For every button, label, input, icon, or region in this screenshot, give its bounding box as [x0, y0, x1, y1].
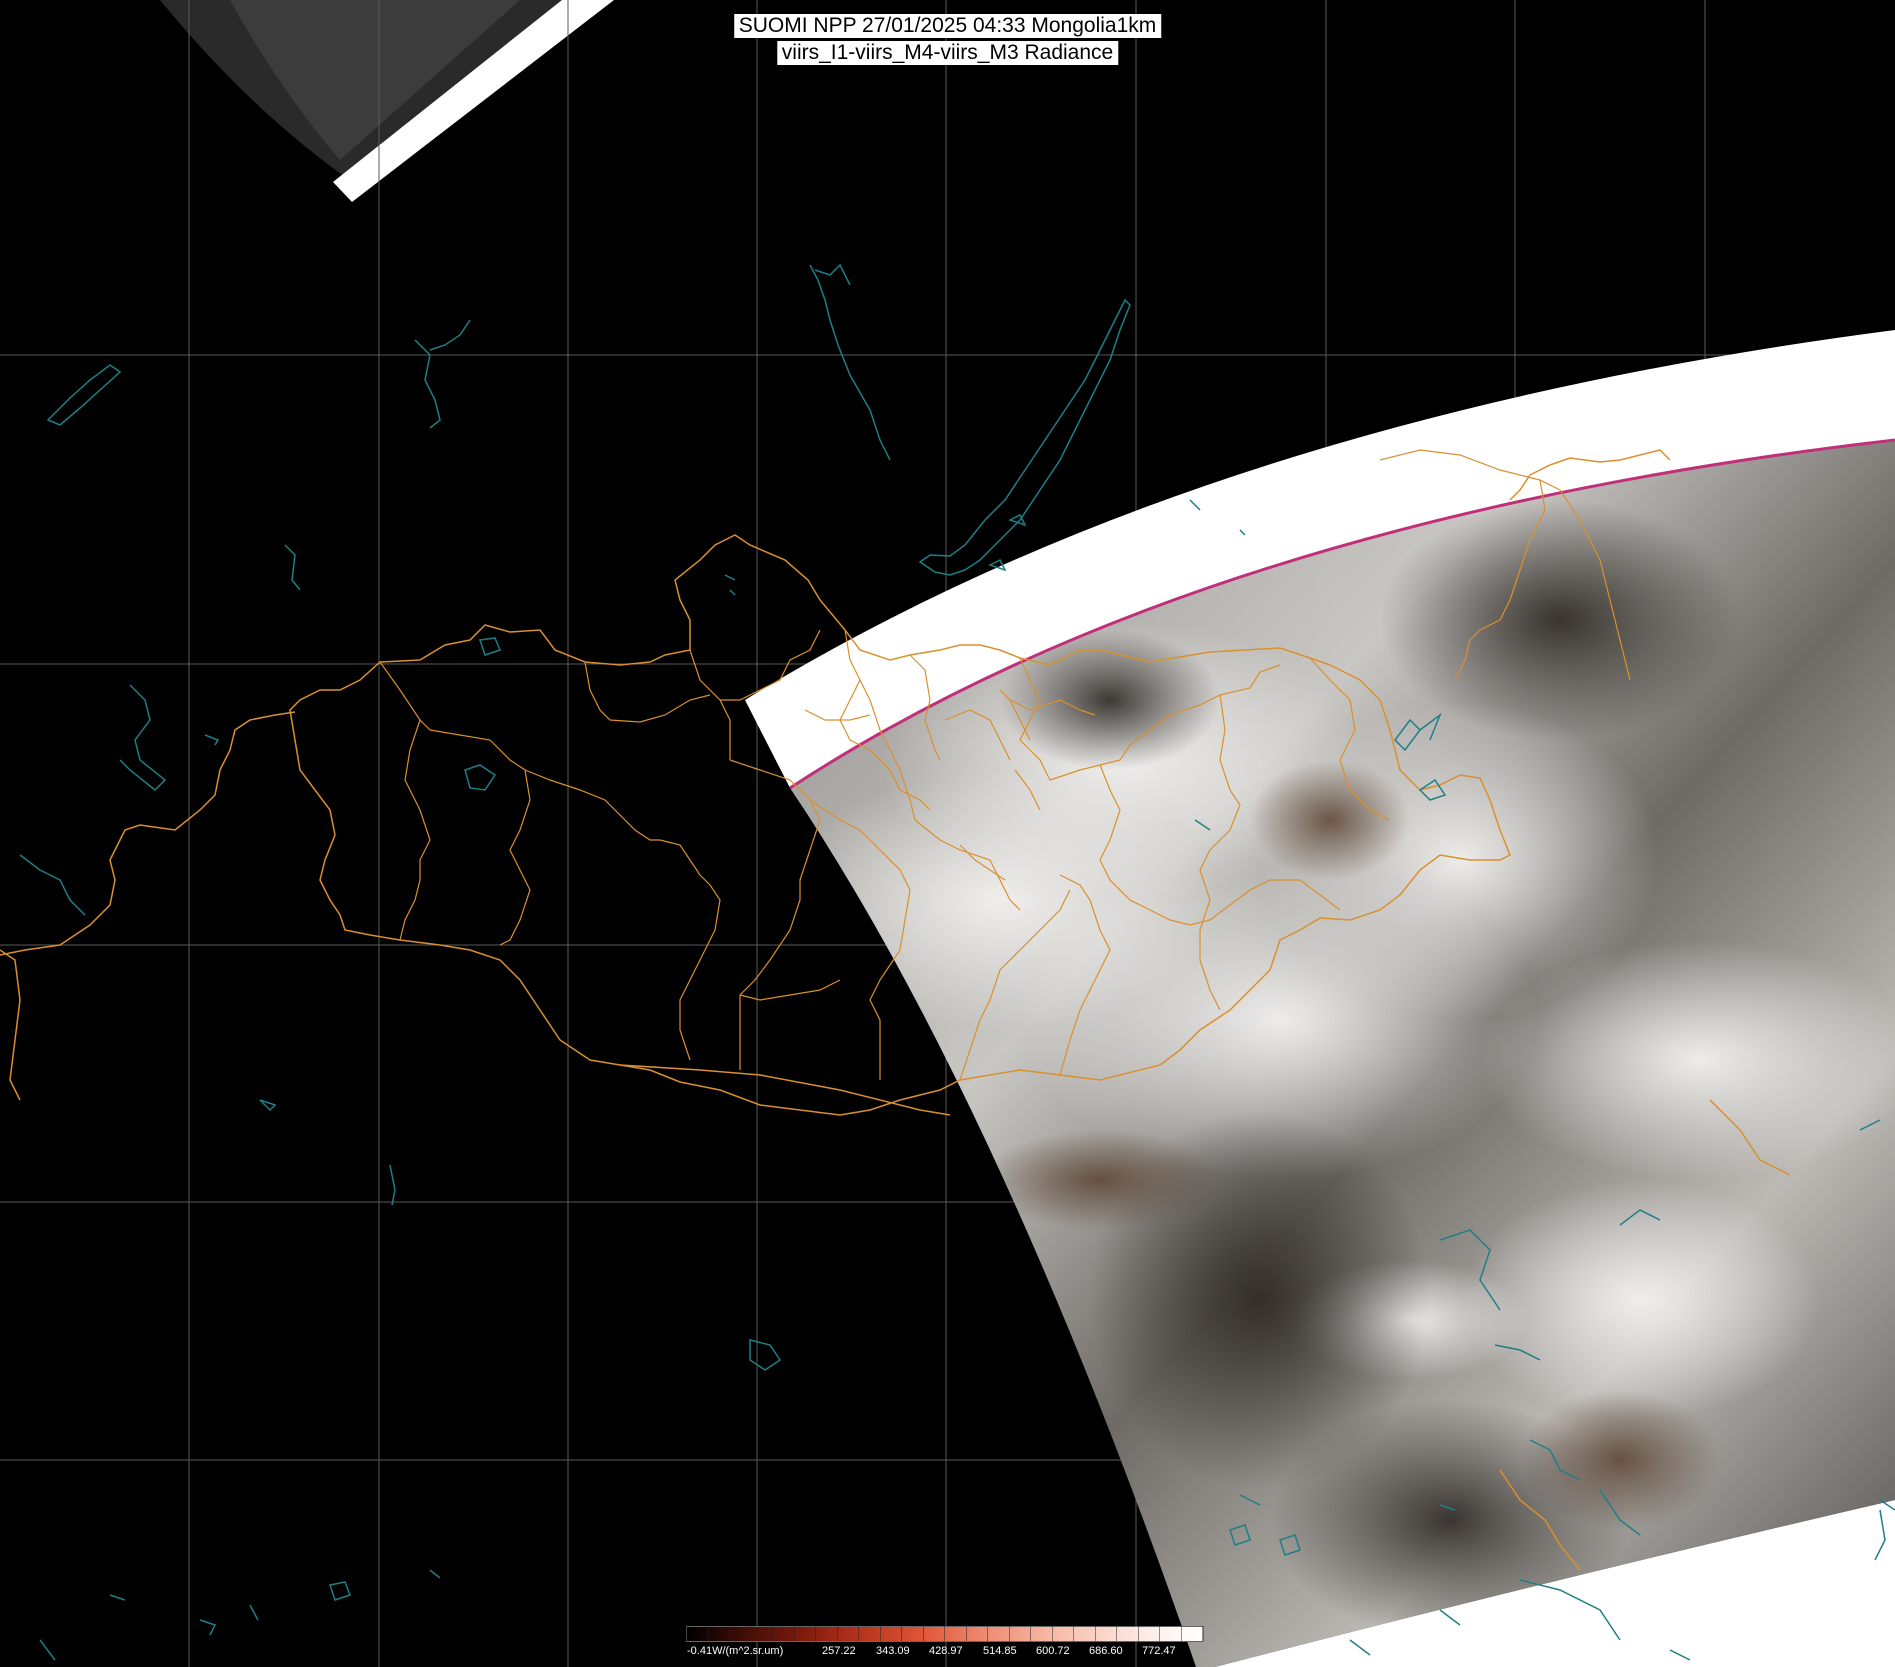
colorbar-tick: 343.09 — [876, 1645, 910, 1657]
colorbar-tick: 600.72 — [1036, 1645, 1070, 1657]
colorbar — [686, 1626, 1204, 1642]
colorbar-tickmark — [1030, 1626, 1031, 1641]
title-line-2: viirs_I1-viirs_M4-viirs_M3 Radiance — [776, 41, 1119, 65]
colorbar-tickmark — [793, 1626, 795, 1641]
colorbar-tickmark — [750, 1626, 752, 1641]
colorbar-tickmark — [772, 1626, 773, 1641]
colorbar-tickmark — [1073, 1626, 1074, 1641]
colorbar-tickmark — [729, 1626, 730, 1641]
colorbar-tickmark — [901, 1626, 902, 1641]
colorbar-tickmark — [1094, 1626, 1096, 1641]
colorbar-tickmark — [987, 1626, 988, 1641]
colorbar-tick: 257.22 — [822, 1645, 856, 1657]
colorbar-tickmark — [686, 1626, 687, 1641]
colorbar-tickmark — [1008, 1626, 1010, 1641]
previous-swath-fragment — [160, 0, 614, 202]
colorbar-tickmark — [815, 1626, 816, 1641]
colorbar-tickmark — [1159, 1626, 1160, 1641]
colorbar-tick: 428.97 — [929, 1645, 963, 1657]
colorbar-tickmark — [1180, 1626, 1182, 1641]
colorbar-tickmark — [944, 1626, 945, 1641]
colorbar-tick: 686.60 — [1089, 1645, 1123, 1657]
colorbar-tickmark — [1116, 1626, 1117, 1641]
colorbar-tick: 772.47 — [1142, 1645, 1176, 1657]
colorbar-tickmark — [858, 1626, 859, 1641]
colorbar-tickmark — [965, 1626, 967, 1641]
colorbar-tickmark — [1137, 1626, 1139, 1641]
colorbar-tickmark — [1202, 1626, 1203, 1641]
title-line-1: SUOMI NPP 27/01/2025 04:33 Mongolia1km — [733, 14, 1162, 38]
colorbar-tickmark — [879, 1626, 881, 1641]
colorbar-tickmark — [836, 1626, 838, 1641]
colorbar-tickmark — [1051, 1626, 1053, 1641]
colorbar-tick: 514.85 — [983, 1645, 1017, 1657]
colorbar-tickmark — [707, 1626, 709, 1641]
satellite-map — [0, 0, 1895, 1667]
colorbar-legend: -0.41W/(m^2.sr.um) 257.22 343.09 428.97 … — [686, 1626, 1204, 1666]
colorbar-unit-label: -0.41W/(m^2.sr.um) — [687, 1645, 784, 1657]
colorbar-tickmark — [922, 1626, 924, 1641]
